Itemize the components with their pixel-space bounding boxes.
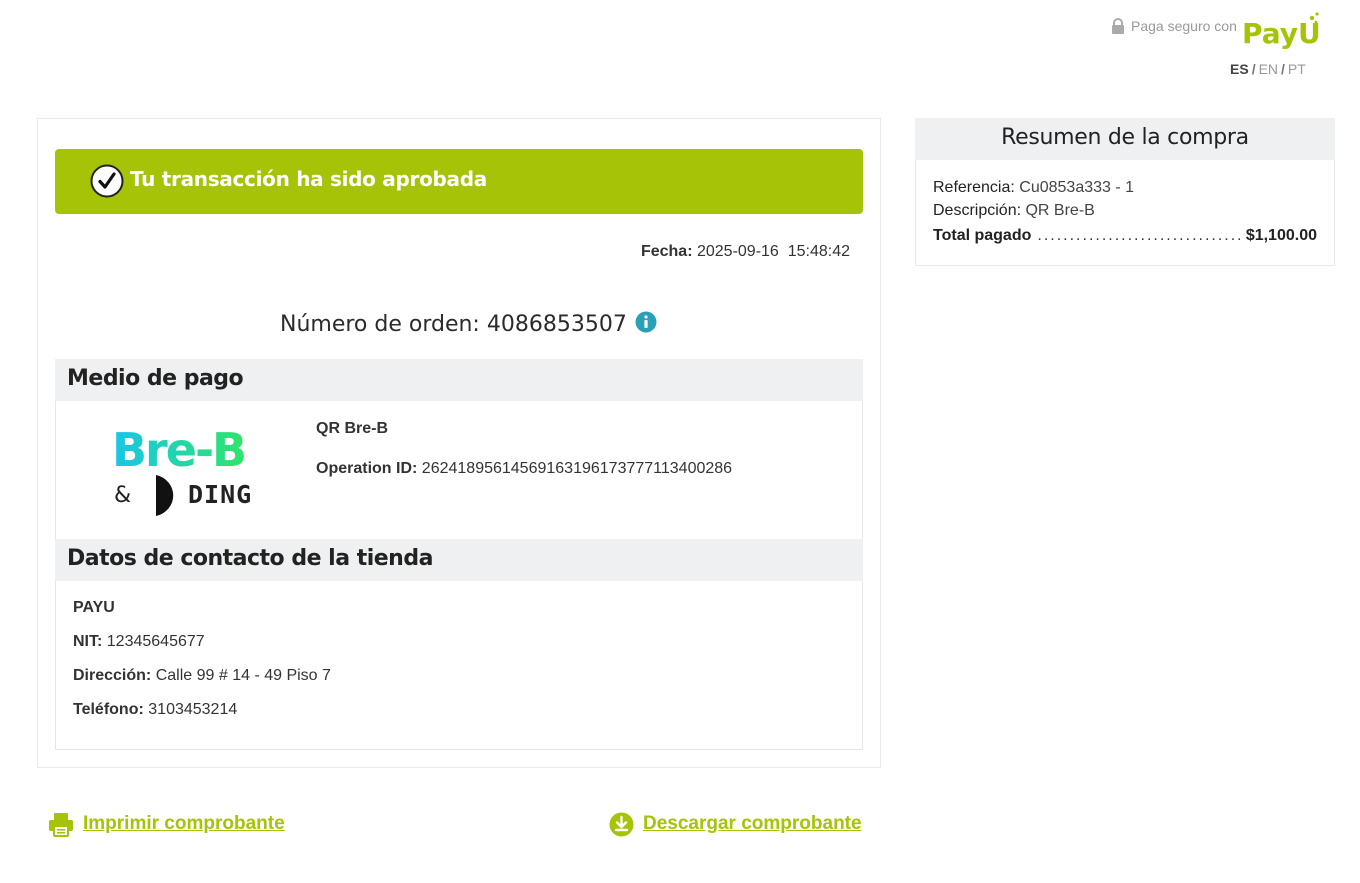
order-value: 4086853507 (486, 312, 627, 337)
date-label: Fecha: (640, 243, 693, 260)
reference-value: Cu0853a333 - 1 (1019, 179, 1135, 196)
phone-value: 3103453214 (148, 701, 238, 718)
store-contact-title: Datos de contacto de la tienda (67, 546, 433, 571)
description-label: Descripción: (933, 202, 1022, 219)
order-label: Número de orden: (280, 312, 480, 337)
lang-pt[interactable]: PT (1288, 61, 1306, 77)
transaction-date: Fecha: 2025-09-16 15:48:42 (641, 243, 850, 261)
store-nit: NIT: 12345645677 (73, 633, 205, 651)
check-circle-icon (90, 164, 124, 198)
print-receipt-link[interactable]: Imprimir comprobante (83, 813, 285, 835)
payu-logo: PayU (1242, 12, 1320, 50)
summary-header: Resumen de la compra (915, 118, 1335, 160)
operation-id: Operation ID: 26241895614569163196173777… (316, 460, 732, 478)
summary-reference: Referencia: Cu0853a333 - 1 (933, 179, 1134, 197)
operation-id-label: Operation ID: (316, 460, 418, 477)
ding-logo-text: DING (188, 480, 252, 509)
store-name: PAYU (73, 599, 115, 617)
total-value: $1,100.00 (1245, 227, 1317, 244)
date-value: 2025-09-16 15:48:42 (696, 243, 850, 260)
summary-description: Descripción: QR Bre-B (933, 202, 1095, 220)
approved-message: Tu transacción ha sido aprobada (130, 167, 487, 191)
lang-es[interactable]: ES (1230, 61, 1249, 77)
description-value: QR Bre-B (1025, 202, 1095, 219)
store-name-value: PAYU (73, 599, 115, 616)
lang-separator: / (1251, 61, 1256, 77)
store-phone: Teléfono: 3103453214 (73, 701, 237, 719)
payment-method-title: Medio de pago (67, 366, 244, 391)
order-number: Número de orden: 4086853507 (280, 311, 657, 337)
secure-payment-badge: Paga seguro con (1110, 18, 1237, 34)
summary-total: Total pagado ...........................… (933, 227, 1317, 245)
nit-value: 12345645677 (106, 633, 205, 650)
payment-method-name: QR Bre-B (316, 420, 389, 437)
approved-banner: Tu transacción ha sido aprobada (55, 149, 863, 214)
bre-b-logo-text: Bre-B (112, 423, 245, 477)
lang-separator: / (1281, 61, 1285, 77)
summary-title: Resumen de la compra (1001, 125, 1249, 150)
language-selector: ES / EN / PT (1230, 61, 1306, 77)
bre-b-ding-logo: Bre-B & DING (112, 423, 252, 516)
phone-label: Teléfono: (73, 701, 144, 718)
lang-en[interactable]: EN (1259, 61, 1278, 77)
info-icon[interactable] (635, 311, 657, 333)
payu-logo-text: PayU (1242, 17, 1320, 50)
address-label: Dirección: (73, 667, 152, 684)
operation-id-value: 26241895614569163196173777113400286 (421, 460, 733, 477)
store-contact-header: Datos de contacto de la tienda (55, 539, 863, 581)
download-icon[interactable] (609, 812, 634, 837)
total-label: Total pagado (933, 227, 1032, 244)
logo-ampersand: & (114, 483, 131, 508)
total-dots: ........................................… (1037, 227, 1240, 244)
secure-payment-text: Paga seguro con (1131, 18, 1237, 34)
store-address: Dirección: Calle 99 # 14 - 49 Piso 7 (73, 667, 331, 685)
printer-icon[interactable] (48, 811, 74, 837)
nit-label: NIT: (73, 633, 103, 650)
reference-label: Referencia: (933, 179, 1015, 196)
download-receipt-link[interactable]: Descargar comprobante (643, 813, 862, 835)
payment-method-header: Medio de pago (55, 359, 863, 401)
lock-icon (1112, 18, 1124, 34)
address-value: Calle 99 # 14 - 49 Piso 7 (155, 667, 331, 684)
